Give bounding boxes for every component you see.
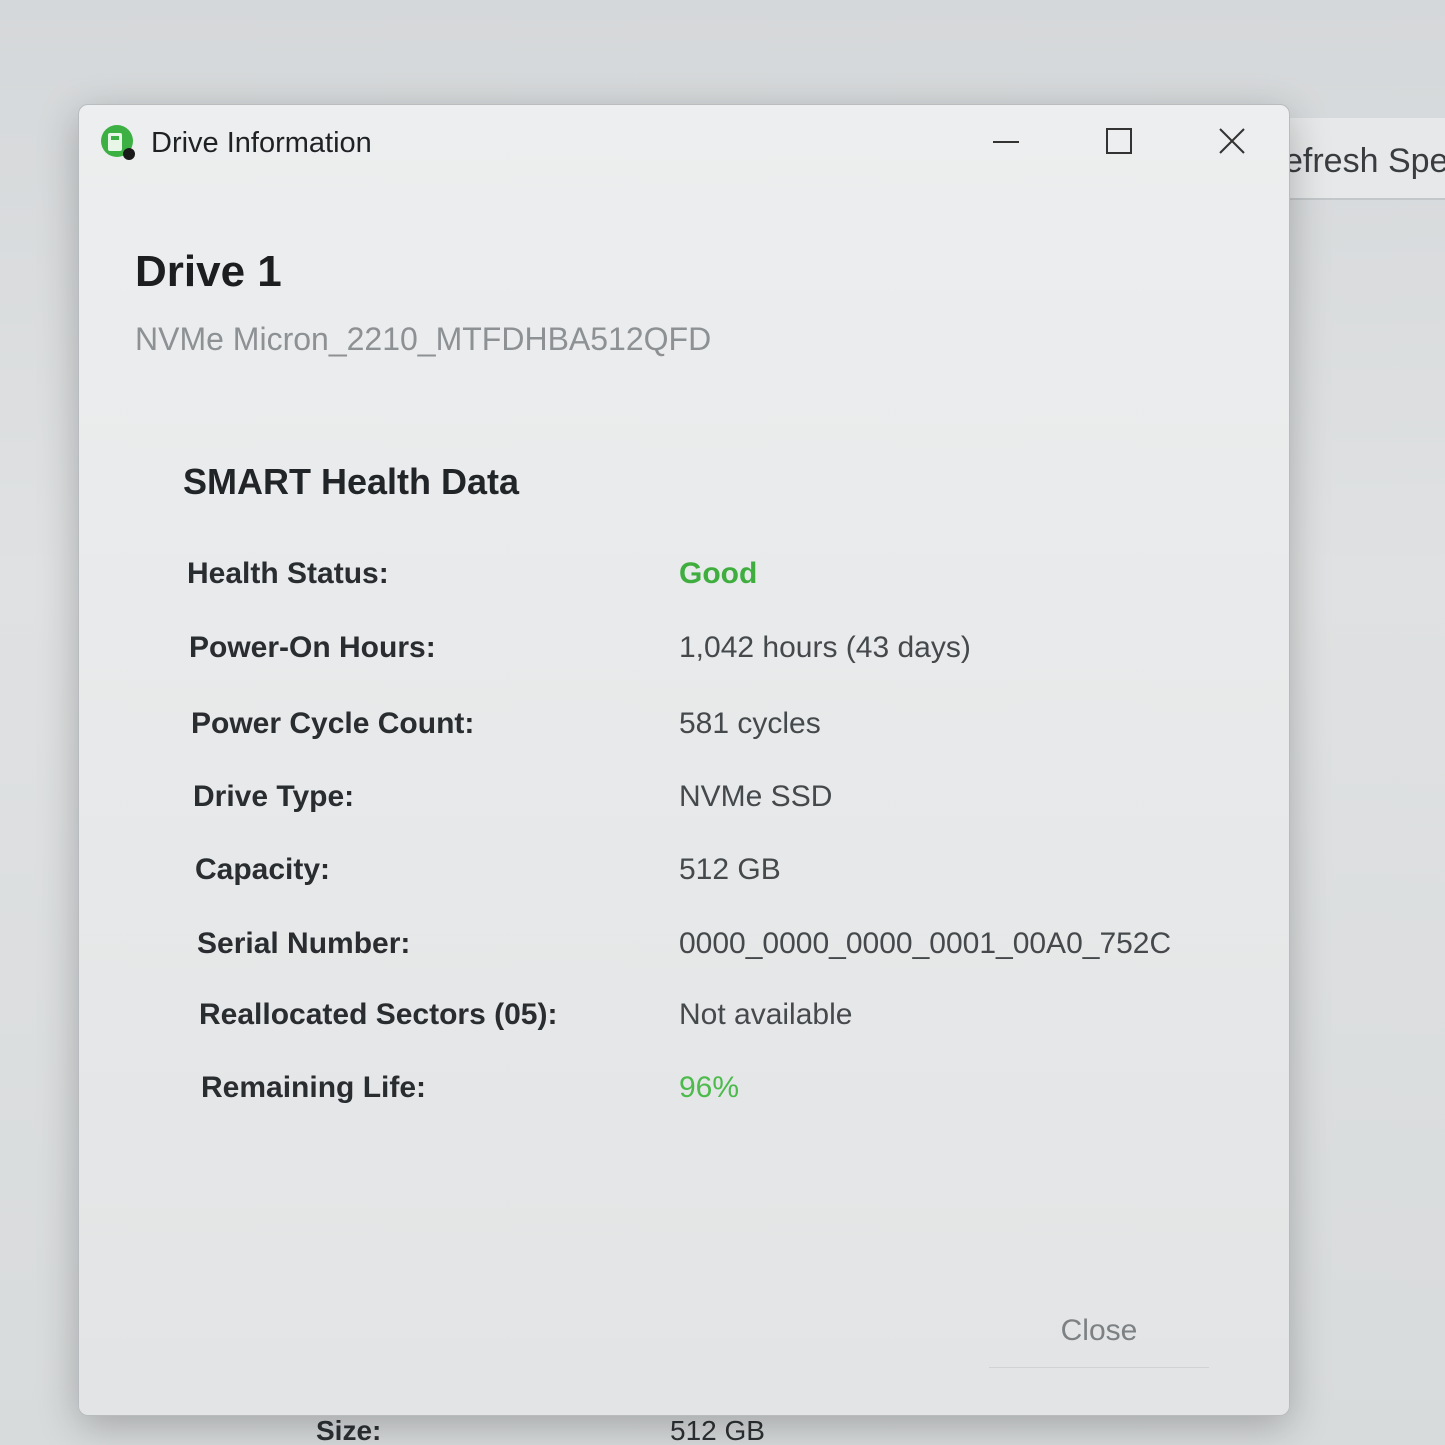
health-status-label: Health Status: bbox=[187, 557, 389, 590]
drive-information-dialog: Drive Information Drive 1 NVMe Micron_22… bbox=[78, 104, 1290, 1416]
health-status-value: Good bbox=[679, 557, 758, 590]
drive-type-value: NVMe SSD bbox=[679, 780, 833, 813]
capacity-value: 512 GB bbox=[679, 853, 781, 886]
power-cycle-count-value: 581 cycles bbox=[679, 707, 821, 740]
minimize-icon bbox=[991, 126, 1021, 161]
title-bar[interactable]: Drive Information bbox=[79, 105, 1289, 185]
close-window-button[interactable] bbox=[1177, 111, 1287, 175]
background-size-value: 512 GB bbox=[670, 1415, 765, 1445]
serial-number-label: Serial Number: bbox=[197, 927, 411, 960]
capacity-label: Capacity: bbox=[195, 853, 331, 886]
minimize-button[interactable] bbox=[951, 111, 1061, 175]
background-refresh-label: efresh Spe bbox=[1284, 142, 1445, 180]
background-size-label: Size: bbox=[316, 1415, 382, 1445]
close-icon bbox=[1217, 126, 1247, 161]
power-on-hours-value: 1,042 hours (43 days) bbox=[679, 631, 971, 664]
maximize-button[interactable] bbox=[1064, 111, 1174, 175]
drive-app-icon bbox=[99, 123, 137, 161]
maximize-icon bbox=[1104, 126, 1134, 161]
remaining-life-label: Remaining Life: bbox=[201, 1071, 427, 1104]
reallocated-sectors-label: Reallocated Sectors (05): bbox=[199, 998, 558, 1031]
power-cycle-count-label: Power Cycle Count: bbox=[191, 707, 475, 740]
drive-model: NVMe Micron_2210_MTFDHBA512QFD bbox=[135, 321, 712, 357]
drive-title: Drive 1 bbox=[135, 247, 282, 296]
remaining-life-value: 96% bbox=[679, 1071, 740, 1104]
power-on-hours-label: Power-On Hours: bbox=[189, 631, 436, 664]
reallocated-sectors-value: Not available bbox=[679, 998, 853, 1031]
drive-type-label: Drive Type: bbox=[193, 780, 355, 813]
smart-section-title: SMART Health Data bbox=[183, 461, 520, 502]
close-button[interactable]: Close bbox=[989, 1295, 1209, 1368]
window-title: Drive Information bbox=[151, 127, 372, 159]
serial-number-value: 0000_0000_0000_0001_00A0_752C bbox=[679, 927, 1172, 960]
